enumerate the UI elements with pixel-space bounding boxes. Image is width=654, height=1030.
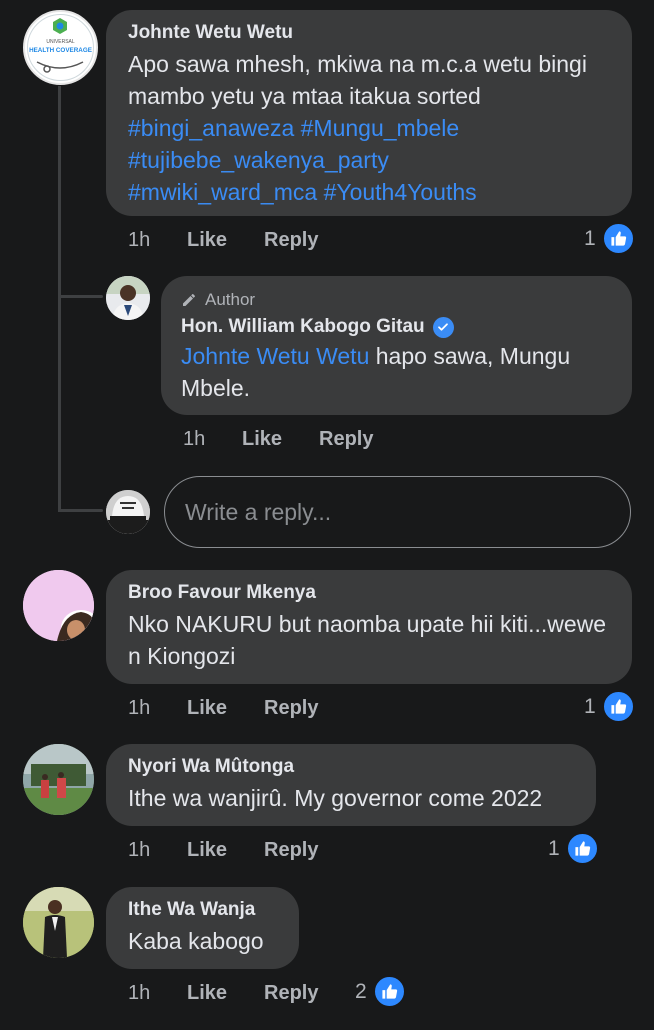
verified-badge-icon bbox=[432, 316, 454, 338]
thread-connector bbox=[58, 295, 103, 298]
avatar-logo-text: UNIVERSAL bbox=[46, 39, 75, 45]
avatar[interactable] bbox=[23, 570, 94, 641]
commenter-name[interactable]: Nyori Wa Mûtonga bbox=[128, 756, 574, 778]
pencil-icon bbox=[183, 294, 195, 306]
reply-input-placeholder: Write a reply... bbox=[185, 498, 332, 525]
like-button[interactable]: Like bbox=[187, 839, 227, 862]
current-user-avatar bbox=[106, 490, 150, 534]
thread-line bbox=[58, 86, 61, 512]
timestamp[interactable]: 1h bbox=[128, 229, 150, 252]
reaction-summary[interactable]: 1 bbox=[584, 222, 635, 255]
commenter-name[interactable]: Hon. William Kabogo Gitau bbox=[181, 316, 425, 338]
like-icon bbox=[601, 222, 635, 255]
avatar[interactable]: UNIVERSAL HEALTH COVERAGE bbox=[23, 10, 98, 85]
reply-bubble: Author Hon. William Kabogo Gitau Johnte … bbox=[161, 276, 632, 415]
comment-text: Ithe wa wanjirû. My governor come 2022 bbox=[128, 785, 543, 811]
comment-text-body: Apo sawa mhesh, mkiwa na m.c.a wetu bing… bbox=[128, 51, 587, 109]
reaction-summary[interactable]: 1 bbox=[584, 690, 635, 723]
comment-bubble: Nyori Wa Mûtonga Ithe wa wanjirû. My gov… bbox=[106, 744, 596, 826]
like-icon bbox=[601, 690, 635, 723]
thread-connector bbox=[58, 509, 103, 512]
cap-photo-icon bbox=[106, 490, 150, 534]
hashtag-link[interactable]: #Youth4Youths bbox=[324, 179, 477, 205]
reaction-count: 1 bbox=[584, 694, 596, 718]
commenter-name[interactable]: Johnte Wetu Wetu bbox=[128, 22, 610, 44]
hashtag-link[interactable]: #bingi_anaweza bbox=[128, 115, 294, 141]
like-button[interactable]: Like bbox=[187, 229, 227, 252]
like-button[interactable]: Like bbox=[187, 697, 227, 720]
author-badge: Author bbox=[181, 290, 612, 310]
reply-button[interactable]: Reply bbox=[264, 839, 318, 862]
reaction-summary[interactable]: 1 bbox=[548, 832, 599, 865]
person-photo-icon bbox=[23, 887, 94, 958]
author-badge-label: Author bbox=[205, 290, 256, 309]
reply-text: Johnte Wetu Wetu hapo sawa, Mungu Mbele. bbox=[181, 340, 612, 404]
avatar[interactable] bbox=[23, 887, 94, 958]
avatar[interactable] bbox=[23, 744, 94, 815]
commenter-name[interactable]: Broo Favour Mkenya bbox=[128, 582, 610, 604]
comment-bubble: Ithe Wa Wanja Kaba kabogo bbox=[106, 887, 299, 969]
hashtag-link[interactable]: #tujibebe_wakenya_party bbox=[128, 147, 389, 173]
timestamp[interactable]: 1h bbox=[128, 839, 150, 862]
person-photo-icon bbox=[106, 276, 150, 320]
comment-text: Kaba kabogo bbox=[128, 928, 264, 954]
comment-bubble: Broo Favour Mkenya Nko NAKURU but naomba… bbox=[106, 570, 632, 684]
reaction-summary[interactable]: 2 bbox=[355, 975, 406, 1008]
reply-button[interactable]: Reply bbox=[264, 697, 318, 720]
person-photo-icon bbox=[23, 570, 94, 641]
reaction-count: 2 bbox=[355, 979, 367, 1003]
timestamp[interactable]: 1h bbox=[128, 982, 150, 1005]
like-button[interactable]: Like bbox=[187, 982, 227, 1005]
reply-button[interactable]: Reply bbox=[264, 229, 318, 252]
comment-text: Nko NAKURU but naomba upate hii kiti...w… bbox=[128, 611, 607, 669]
comment-text: Apo sawa mhesh, mkiwa na m.c.a wetu bing… bbox=[128, 48, 610, 208]
comment-bubble: Johnte Wetu Wetu Apo sawa mhesh, mkiwa n… bbox=[106, 10, 632, 216]
timestamp[interactable]: 1h bbox=[128, 697, 150, 720]
health-coverage-logo: UNIVERSAL HEALTH COVERAGE bbox=[27, 14, 94, 81]
like-icon bbox=[565, 832, 599, 865]
hashtag-link[interactable]: #Mungu_mbele bbox=[301, 115, 460, 141]
reaction-count: 1 bbox=[584, 226, 596, 250]
timestamp[interactable]: 1h bbox=[183, 428, 205, 451]
avatar-logo-text: HEALTH COVERAGE bbox=[29, 47, 92, 54]
mention-link[interactable]: Johnte Wetu Wetu bbox=[181, 343, 369, 369]
reply-button[interactable]: Reply bbox=[319, 428, 373, 451]
like-icon bbox=[372, 975, 406, 1008]
commenter-name[interactable]: Ithe Wa Wanja bbox=[128, 899, 277, 921]
person-photo-icon bbox=[23, 744, 94, 815]
reply-input[interactable]: Write a reply... bbox=[164, 476, 631, 548]
reply-button[interactable]: Reply bbox=[264, 982, 318, 1005]
avatar[interactable] bbox=[106, 276, 150, 320]
like-button[interactable]: Like bbox=[242, 428, 282, 451]
reaction-count: 1 bbox=[548, 836, 560, 860]
hashtag-link[interactable]: #mwiki_ward_mca bbox=[128, 179, 317, 205]
